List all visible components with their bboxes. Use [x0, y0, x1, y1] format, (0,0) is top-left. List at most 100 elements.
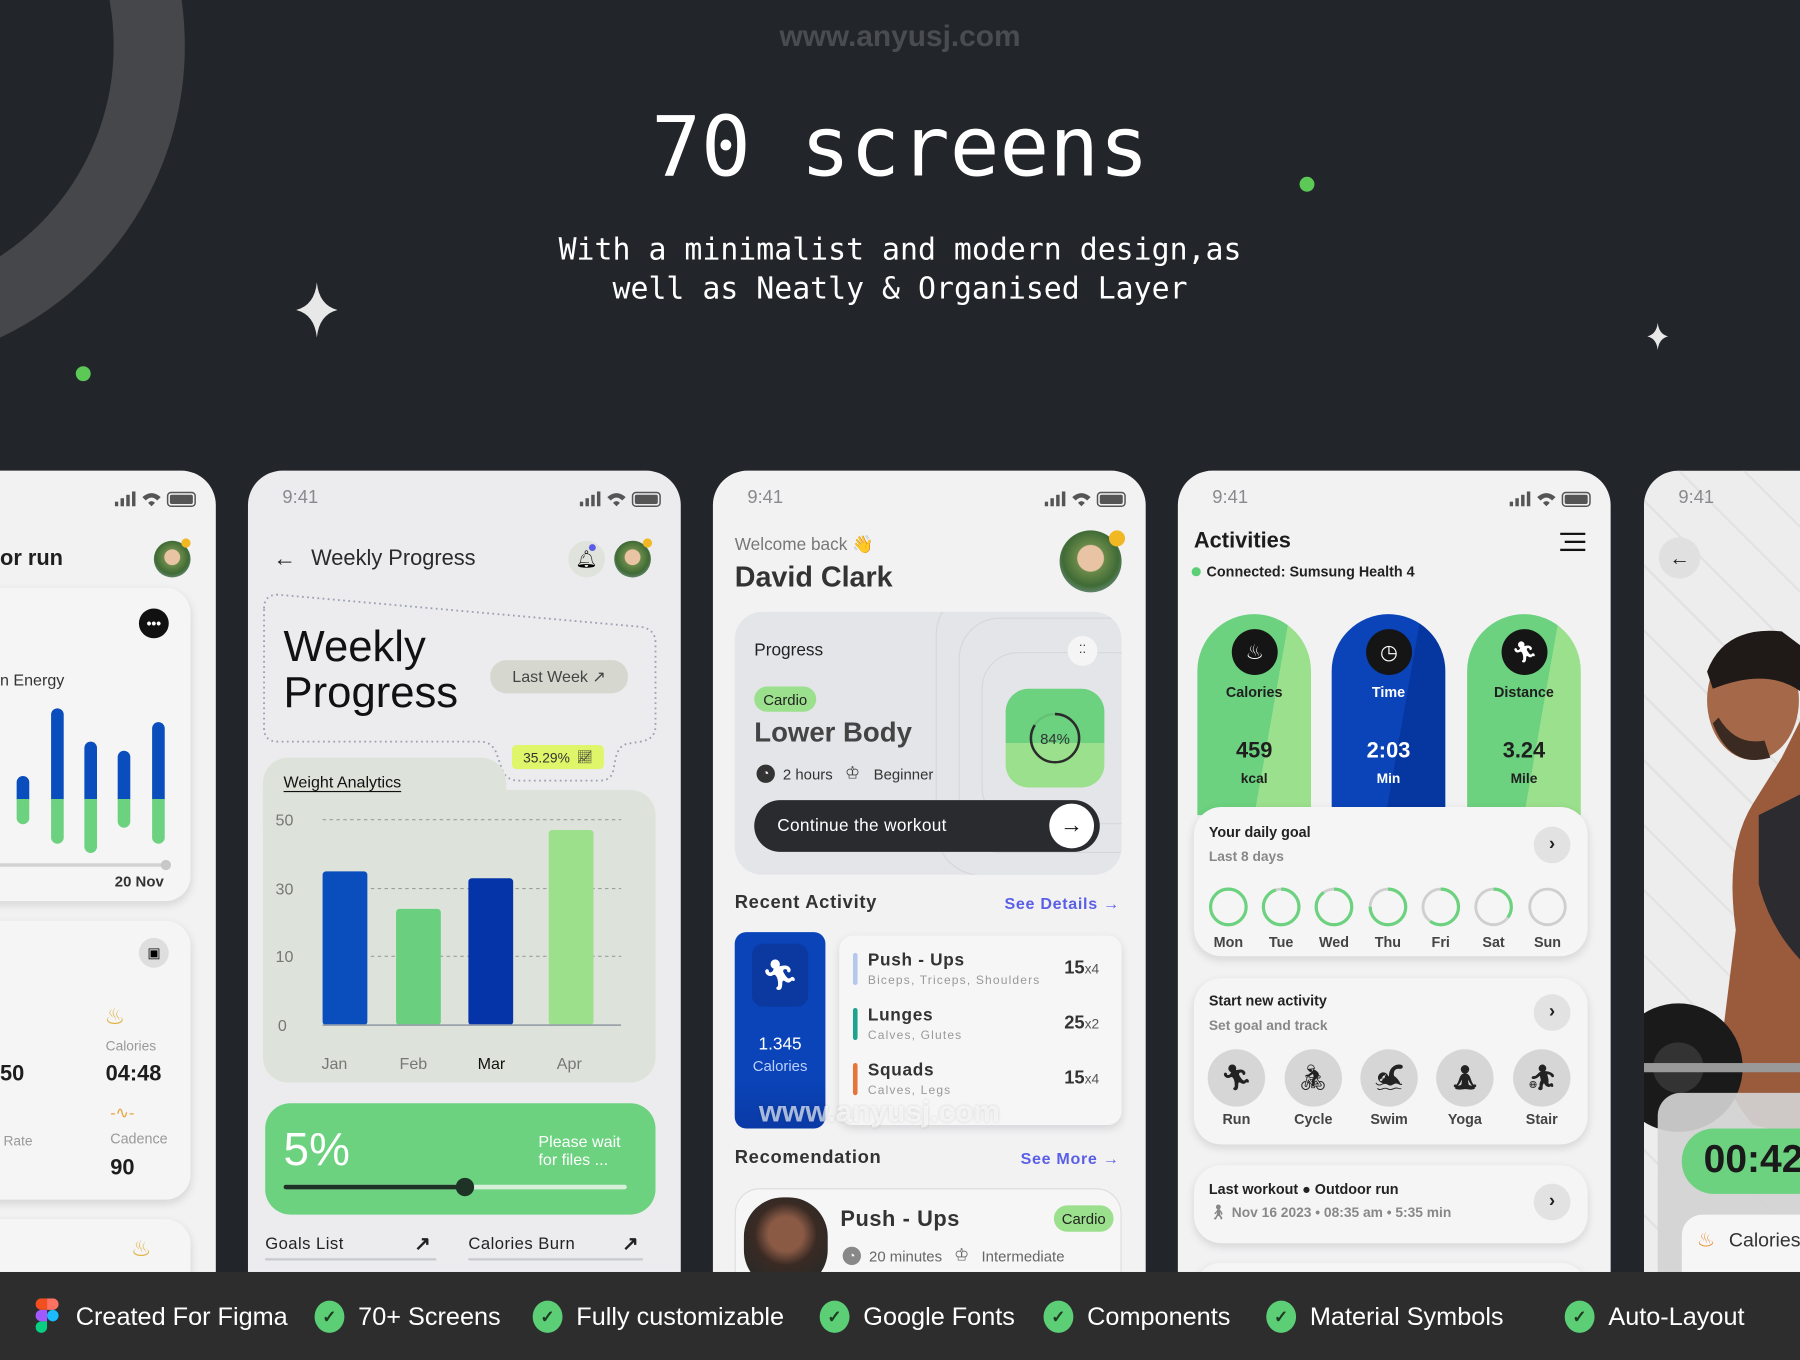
see-more-link[interactable]: See More →	[1021, 1150, 1120, 1166]
section-title: Recent Activity	[734, 893, 878, 913]
category-tag: Cardio	[1053, 1205, 1114, 1232]
clock-icon: ◷	[1366, 629, 1413, 676]
card-title: Your daily goal	[1208, 824, 1311, 841]
activity-color-marker	[852, 1007, 858, 1041]
stat-label: Calories	[1728, 1229, 1800, 1252]
see-details-link[interactable]: See Details →	[1005, 895, 1120, 911]
activity-reps: 15x4	[1064, 959, 1099, 978]
metric-distance[interactable]: 🏃︎ Distance 3.24 Mile	[1467, 614, 1581, 816]
card-subtitle: Set goal and track	[1208, 1017, 1328, 1034]
connection-status: Connected: Sumsung Health 4	[1206, 563, 1415, 580]
day-label: Sun	[1533, 934, 1562, 951]
metric-value: 3.24	[1502, 739, 1546, 764]
stat-value: 90	[110, 1156, 135, 1181]
activity-yoga-button[interactable]: 🧘︎ Yoga	[1436, 1049, 1494, 1136]
activity-row[interactable]: Push - Ups Biceps, Triceps, Shoulders 15…	[839, 948, 1121, 989]
timeline-handle[interactable]	[160, 859, 172, 871]
yoga-icon: 🧘︎	[1436, 1049, 1494, 1107]
activity-run-button[interactable]: 🏃︎ Run	[1207, 1049, 1266, 1136]
energy-bar-blue	[84, 741, 98, 805]
day-goal-sun[interactable]: Sun	[1525, 883, 1571, 954]
check-icon: ✓	[1266, 1300, 1297, 1333]
weight-bar-mar[interactable]	[468, 878, 514, 1026]
device-icon[interactable]: ▣	[138, 937, 169, 968]
day-goal-sat[interactable]: Sat	[1471, 883, 1517, 954]
stat-label: Rate	[3, 1133, 33, 1150]
feature-components: ✓ Components	[1043, 1300, 1230, 1333]
phone-screen-outdoor-run: or run ••• n Energy 20 Nov ▣ ♨ Calories …	[0, 470, 216, 1344]
day-label: Tue	[1268, 934, 1294, 951]
day-label: Thu	[1374, 934, 1402, 951]
day-label: Mon	[1213, 934, 1244, 951]
chevron-right-button[interactable]: ›	[1533, 1183, 1571, 1221]
chevron-right-button[interactable]: ›	[1533, 826, 1571, 864]
activity-name: Push - Ups	[867, 950, 965, 971]
timer-value: 00:42	[1703, 1137, 1800, 1182]
feature-google-fonts: ✓ Google Fonts	[819, 1300, 1015, 1333]
activity-swim-button[interactable]: 🏊︎ Swim	[1360, 1049, 1418, 1136]
run-icon: 🏃︎	[1207, 1049, 1266, 1107]
date-label: 20 Nov	[114, 872, 164, 890]
status-time: 9:41	[747, 487, 784, 508]
chevron-right-button[interactable]: ›	[1533, 994, 1571, 1031]
day-goal-mon[interactable]: Mon	[1205, 883, 1251, 954]
energy-bar-joint	[117, 799, 131, 805]
day-goal-tue[interactable]: Tue	[1258, 883, 1304, 954]
energy-bar-green	[51, 799, 64, 844]
last-workout-card[interactable]: Last workout ● Outdoor run 🚶︎ Nov 16 202…	[1193, 1165, 1588, 1244]
menu-icon[interactable]	[1560, 532, 1586, 553]
arrow-up-right-icon: ↗	[622, 1232, 639, 1255]
back-arrow-icon[interactable]: ←	[1658, 537, 1701, 579]
progress-percent: 84%	[1040, 730, 1070, 748]
day-goal-thu[interactable]: Thu	[1365, 883, 1411, 954]
reps: 15	[1064, 1068, 1085, 1089]
section-title: Recomendation	[734, 1148, 882, 1168]
activity-stair-button[interactable]: ⛹︎ Stair	[1513, 1049, 1571, 1136]
activity-cycle-button[interactable]: 🚴︎ Cycle	[1284, 1049, 1343, 1136]
link-label: Calories Burn	[468, 1235, 576, 1254]
metric-label: Time	[1371, 684, 1406, 701]
upload-message: Please wait	[538, 1131, 621, 1151]
calories-value: 1.345	[758, 1034, 802, 1054]
goal-ring	[1474, 887, 1513, 927]
goal-ring	[1261, 887, 1301, 927]
activity-label: Stair	[1525, 1111, 1558, 1128]
goals-list-link[interactable]: Goals List ↗	[265, 1233, 437, 1261]
stat-label: Cadence	[110, 1130, 168, 1147]
activity-name: Squads	[867, 1060, 935, 1081]
calories-burn-link[interactable]: Calories Burn ↗	[468, 1232, 643, 1261]
continue-workout-button[interactable]: Continue the workout →	[754, 800, 1100, 852]
timeline-track[interactable]	[0, 863, 167, 867]
check-icon: ✓	[314, 1300, 345, 1333]
weight-bar-jan[interactable]	[322, 871, 368, 1026]
status-icons	[1044, 491, 1126, 508]
duration: 20 minutes	[869, 1247, 943, 1266]
activity-muscles: Biceps, Triceps, Shoulders	[867, 973, 1041, 988]
feature-screens: ✓ 70+ Screens	[314, 1300, 501, 1333]
card-title: Progress	[754, 640, 824, 661]
upload-percent: 5%	[283, 1125, 350, 1176]
campfire-icon: ♨	[130, 1236, 152, 1262]
activity-muscles: Calves, Glutes	[867, 1028, 963, 1043]
run-icon: 🏃︎	[751, 943, 809, 1007]
day-goal-wed[interactable]: Wed	[1311, 883, 1357, 954]
weight-bar-apr[interactable]	[548, 830, 594, 1026]
activity-row[interactable]: Lunges Calves, Glutes 25x2	[839, 1003, 1121, 1044]
phone-visible-area: or run ••• n Energy 20 Nov ▣ ♨ Calories …	[0, 471, 216, 1344]
stat-label: Calories	[105, 1037, 157, 1054]
feature-label: Auto-Layout	[1608, 1301, 1745, 1331]
grid-dots-button[interactable]: ⁚⁚	[1067, 635, 1098, 666]
metric-time[interactable]: ◷ Time 2:03 Min	[1331, 614, 1446, 816]
check-icon: ✓	[532, 1300, 563, 1333]
hero-subtitle-line: well as Neatly & Organised Layer	[612, 272, 1188, 307]
category-tag: Cardio	[754, 686, 817, 712]
decorative-dot	[75, 366, 91, 382]
feature-figma: Created For Figma	[76, 1301, 288, 1333]
notification-dot	[1108, 530, 1126, 547]
metric-calories[interactable]: ♨ Calories 459 kcal	[1197, 614, 1312, 816]
day-goal-fri[interactable]: Fri	[1418, 883, 1464, 954]
hero-title: 70 screens	[651, 98, 1149, 196]
feature-auto-layout: ✓ Auto-Layout	[1564, 1300, 1745, 1333]
weight-bar-feb[interactable]	[396, 908, 441, 1026]
y-tick-label: 0	[277, 1015, 287, 1035]
